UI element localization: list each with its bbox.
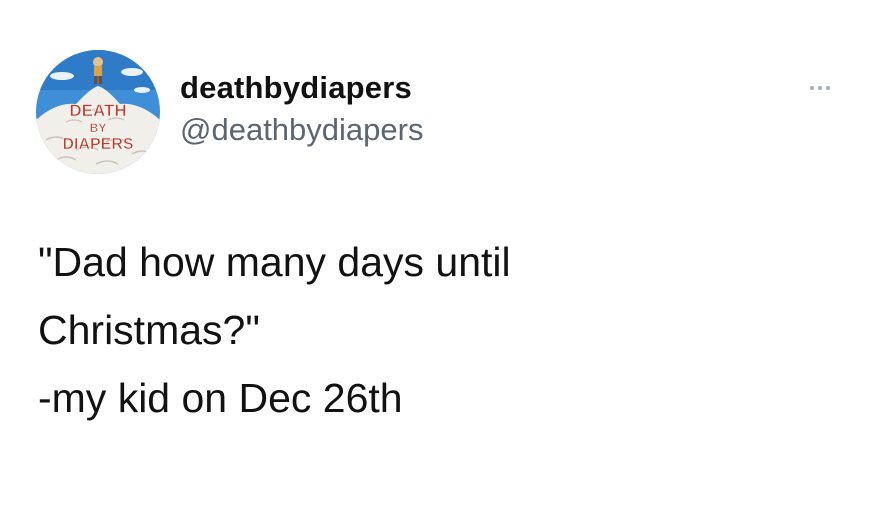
more-horizontal-icon <box>810 86 830 90</box>
tweet-line: -my kid on Dec 26th <box>38 375 403 421</box>
avatar[interactable]: DEATH BY DIAPERS <box>36 50 160 174</box>
display-name[interactable]: deathbydiapers <box>180 68 423 108</box>
tweet-card: DEATH BY DIAPERS deathbydiapers @deathby… <box>0 0 880 530</box>
tweet-line: "Dad how many days until <box>38 239 511 285</box>
svg-text:DEATH: DEATH <box>69 101 126 120</box>
user-info: deathbydiapers @deathbydiapers <box>180 68 423 150</box>
tweet-text: "Dad how many days until Christmas?" -my… <box>38 228 838 432</box>
tweet-line: Christmas?" <box>38 307 260 353</box>
tweet-header: DEATH BY DIAPERS deathbydiapers @deathby… <box>36 50 423 174</box>
user-handle[interactable]: @deathbydiapers <box>180 110 423 150</box>
avatar-logo-image: DEATH BY DIAPERS <box>36 50 160 174</box>
more-options-button[interactable] <box>802 78 838 98</box>
svg-text:BY: BY <box>90 121 107 135</box>
svg-text:DIAPERS: DIAPERS <box>62 136 133 153</box>
